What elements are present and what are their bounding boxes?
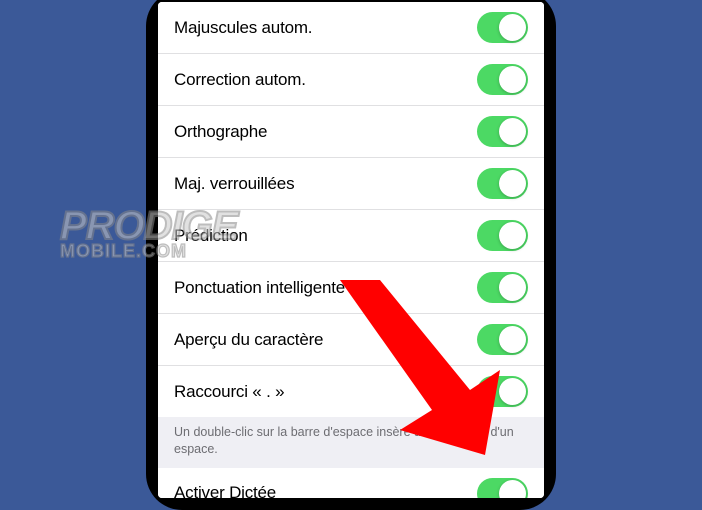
toggle-smart-punctuation[interactable]: [477, 272, 528, 303]
dictation-section: Activer Dictée Dictée et confidentialité…: [158, 468, 544, 498]
row-label: Raccourci « . »: [174, 382, 284, 402]
row-label: Ponctuation intelligente: [174, 278, 345, 298]
row-caps-lock[interactable]: Maj. verrouillées: [158, 158, 544, 210]
row-predictive[interactable]: Prédiction: [158, 210, 544, 262]
settings-section: Majuscules autom. Correction autom. Orth…: [158, 2, 544, 417]
row-character-preview[interactable]: Aperçu du caractère: [158, 314, 544, 366]
section-footer-note: Un double-clic sur la barre d'espace ins…: [158, 417, 544, 468]
row-period-shortcut[interactable]: Raccourci « . »: [158, 366, 544, 417]
row-label: Aperçu du caractère: [174, 330, 323, 350]
row-label: Activer Dictée: [174, 483, 276, 498]
phone-frame: Majuscules autom. Correction autom. Orth…: [146, 0, 556, 510]
row-auto-correction[interactable]: Correction autom.: [158, 54, 544, 106]
row-label: Orthographe: [174, 122, 267, 142]
toggle-period-shortcut[interactable]: [477, 376, 528, 407]
screen: Majuscules autom. Correction autom. Orth…: [158, 2, 544, 498]
toggle-auto-correction[interactable]: [477, 64, 528, 95]
row-enable-dictation[interactable]: Activer Dictée: [158, 468, 544, 498]
row-label: Majuscules autom.: [174, 18, 312, 38]
toggle-enable-dictation[interactable]: [477, 478, 528, 498]
row-smart-punctuation[interactable]: Ponctuation intelligente: [158, 262, 544, 314]
toggle-predictive[interactable]: [477, 220, 528, 251]
row-label: Correction autom.: [174, 70, 306, 90]
row-spellcheck[interactable]: Orthographe: [158, 106, 544, 158]
toggle-auto-capitalize[interactable]: [477, 12, 528, 43]
toggle-character-preview[interactable]: [477, 324, 528, 355]
row-auto-capitalize[interactable]: Majuscules autom.: [158, 2, 544, 54]
row-label: Prédiction: [174, 226, 248, 246]
row-label: Maj. verrouillées: [174, 174, 294, 194]
toggle-caps-lock[interactable]: [477, 168, 528, 199]
toggle-spellcheck[interactable]: [477, 116, 528, 147]
